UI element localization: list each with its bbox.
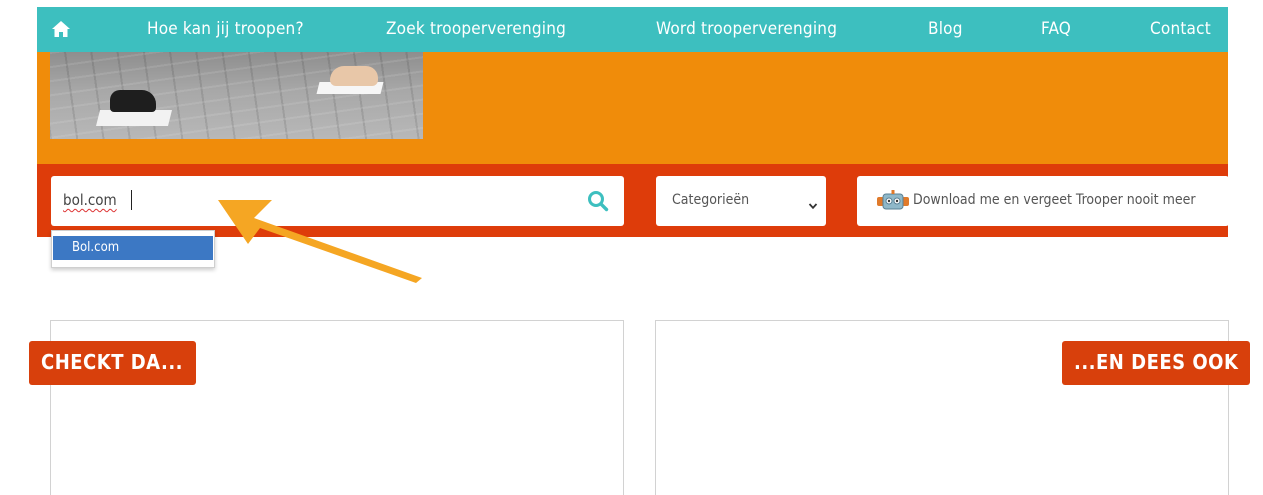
- light-shoes: [330, 66, 378, 86]
- autocomplete-dropdown: Bol.com: [51, 230, 215, 268]
- dark-shoes: [110, 90, 156, 112]
- hero-image: [50, 52, 423, 139]
- top-navigation: Hoe kan jij troopen? Zoek trooperverengi…: [0, 0, 1263, 52]
- nav-item-word-trooperverenging[interactable]: Word trooperverenging: [656, 19, 837, 39]
- home-icon[interactable]: [51, 19, 71, 39]
- nav-item-faq[interactable]: FAQ: [1041, 19, 1071, 39]
- paper-sheet: [96, 110, 172, 126]
- nav-item-contact[interactable]: Contact: [1150, 19, 1211, 39]
- nav-item-zoek-trooperverenging[interactable]: Zoek trooperverenging: [386, 19, 566, 39]
- nav-item-blog[interactable]: Blog: [928, 19, 963, 39]
- nav-item-hoe-kan-jij-troopen[interactable]: Hoe kan jij troopen?: [147, 19, 304, 39]
- robot-icon: [875, 190, 911, 212]
- chevron-down-icon[interactable]: [808, 196, 818, 210]
- text-caret: [131, 190, 132, 210]
- download-app-button[interactable]: Download me en vergeet Trooper nooit mee…: [857, 176, 1229, 226]
- arrow-annotation: [218, 200, 422, 283]
- section-tag-right: ...EN DEES OOK: [1062, 341, 1250, 385]
- search-icon[interactable]: [587, 190, 609, 212]
- section-tag-left: CHECKT DA...: [29, 341, 196, 385]
- search-input-value[interactable]: bol.com: [63, 191, 117, 209]
- category-select[interactable]: Categorieën: [656, 176, 826, 226]
- autocomplete-item[interactable]: Bol.com: [53, 236, 213, 260]
- download-label[interactable]: Download me en vergeet Trooper nooit mee…: [913, 192, 1196, 208]
- nav-bar: Hoe kan jij troopen? Zoek trooperverengi…: [37, 7, 1228, 52]
- category-select-value[interactable]: Categorieën: [672, 192, 749, 208]
